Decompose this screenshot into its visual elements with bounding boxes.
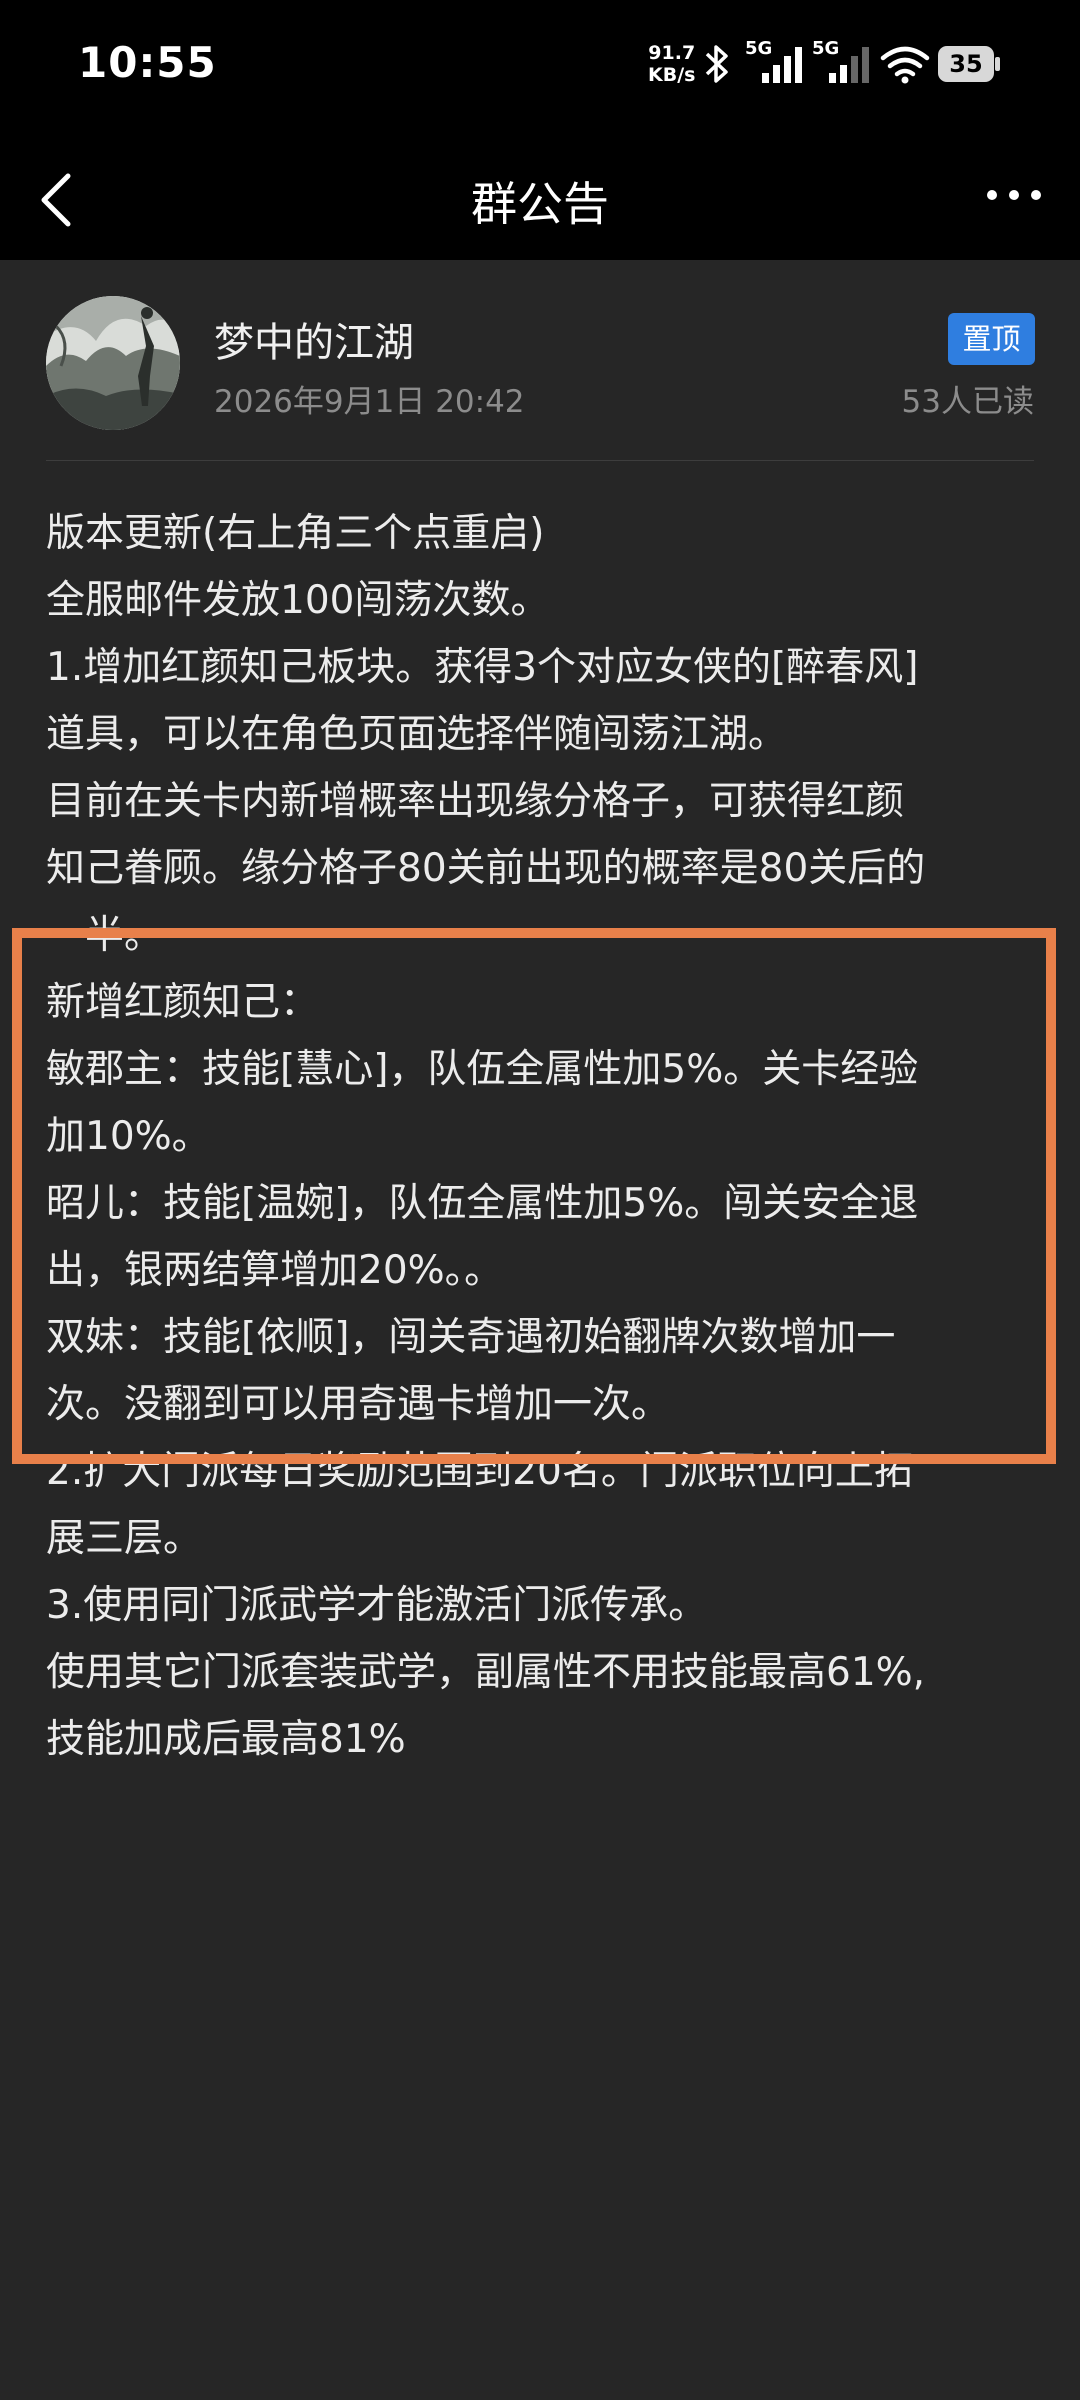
body-line: 全服邮件发放100闯荡次数。 [46,578,550,623]
page-title: 群公告 [471,177,609,231]
status-time: 10:55 [78,38,217,87]
body-line: 1.增加红颜知己板块。获得3个对应女侠的[醉春风] [46,645,919,690]
more-options-icon[interactable] [984,170,1044,220]
avatar-image [46,296,180,430]
avatar[interactable] [46,296,180,430]
body-line: 知己眷顾。缘分格子80关前出现的概率是80关后的 [46,846,926,891]
wifi-icon [880,46,930,84]
body-line: 3.使用同门派武学才能激活门派传承。 [46,1583,708,1628]
author-name[interactable]: 梦中的江湖 [214,310,414,368]
body-line: 使用其它门派套装武学，副属性不用技能最高61%, [46,1650,926,1695]
signal-strength-icon [762,47,802,83]
bluetooth-icon [705,45,728,83]
network-speed: 91.7 KB/s [648,42,695,86]
battery-level: 35 [949,50,983,78]
body-line: 道具，可以在角色页面选择伴随闯荡江湖。 [46,712,788,757]
announcement-header: 梦中的江湖 2026年9月1日 20:42 置顶 53人已读 [0,260,1080,460]
network-speed-unit: KB/s [648,64,696,86]
nav-bar: 群公告 [0,130,1080,260]
divider [46,460,1034,461]
status-bar: 10:55 91.7 KB/s 5G 5G 35 [0,0,1080,130]
body-line: 目前在关卡内新增概率出现缘分格子，可获得红颜 [46,779,905,824]
network-speed-value: 91.7 [648,42,696,64]
highlight-annotation-box [12,928,1056,1464]
body-line: 展三层。 [46,1516,203,1561]
body-line: 版本更新(右上角三个点重启) [46,511,545,556]
pinned-badge: 置顶 [948,313,1035,365]
read-count[interactable]: 53人已读 [902,376,1034,421]
battery-icon: 35 [938,46,1000,82]
signal-strength-2-icon [829,47,869,83]
post-date: 2026年9月1日 20:42 [214,384,525,420]
body-line: 技能加成后最高81% [46,1717,406,1762]
